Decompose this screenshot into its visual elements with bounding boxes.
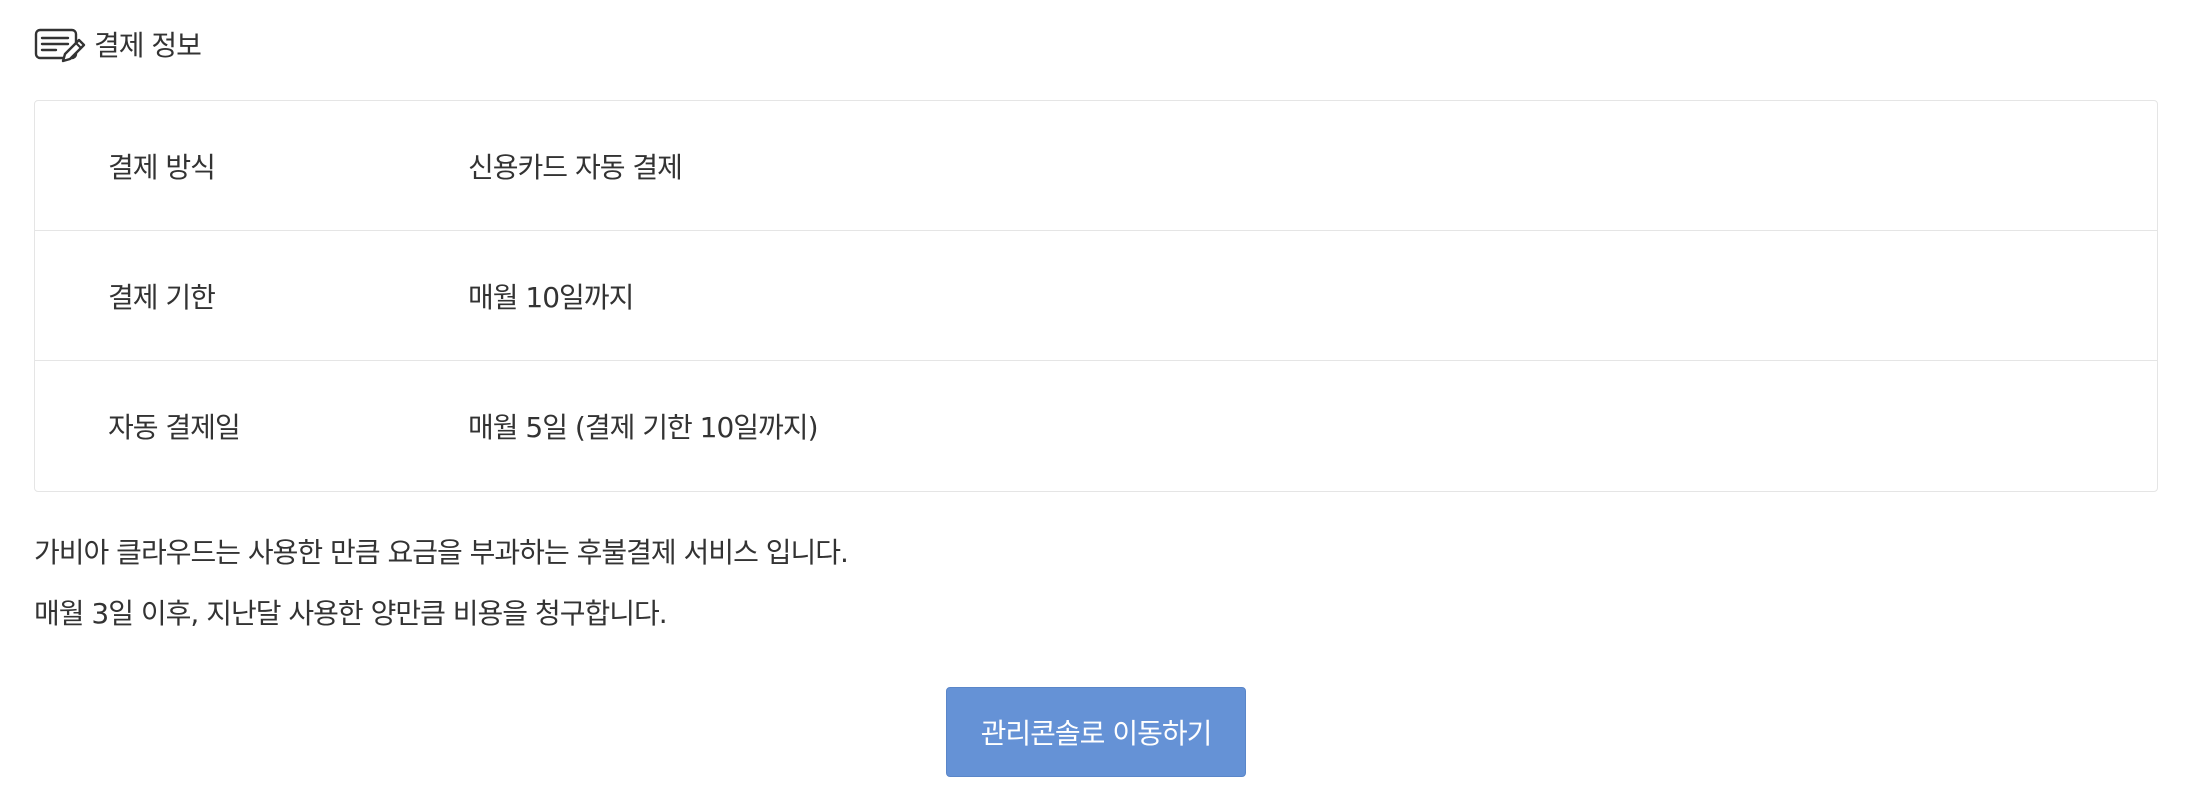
auto-payment-date-label: 자동 결제일 [108,411,241,444]
document-edit-icon [34,24,86,64]
auto-payment-date-value: 매월 5일 (결제 기한 10일까지) [468,411,818,444]
payment-method-value: 신용카드 자동 결제 [468,150,683,184]
auto-payment-date-row: 자동 결제일 매월 5일 (결제 기한 10일까지) [35,361,2157,491]
section-header: 결제 정보 [34,22,202,66]
payment-method-label: 결제 방식 [108,150,216,184]
payment-method-row: 결제 방식 신용카드 자동 결제 [35,101,2157,231]
go-to-console-button[interactable]: 관리콘솔로 이동하기 [946,687,1246,777]
payment-deadline-row: 결제 기한 매월 10일까지 [35,231,2157,361]
billing-schedule-text: 매월 3일 이후, 지난달 사용한 양만큼 비용을 청구합니다. [34,597,668,630]
payment-info-table: 결제 방식 신용카드 자동 결제 결제 기한 매월 10일까지 자동 결제일 매… [34,100,2158,492]
payment-deadline-label: 결제 기한 [108,280,216,314]
billing-notice-text: 가비아 클라우드는 사용한 만큼 요금을 부과하는 후불결제 서비스 입니다. [34,536,849,569]
section-title: 결제 정보 [94,29,202,62]
payment-deadline-value: 매월 10일까지 [468,280,634,314]
